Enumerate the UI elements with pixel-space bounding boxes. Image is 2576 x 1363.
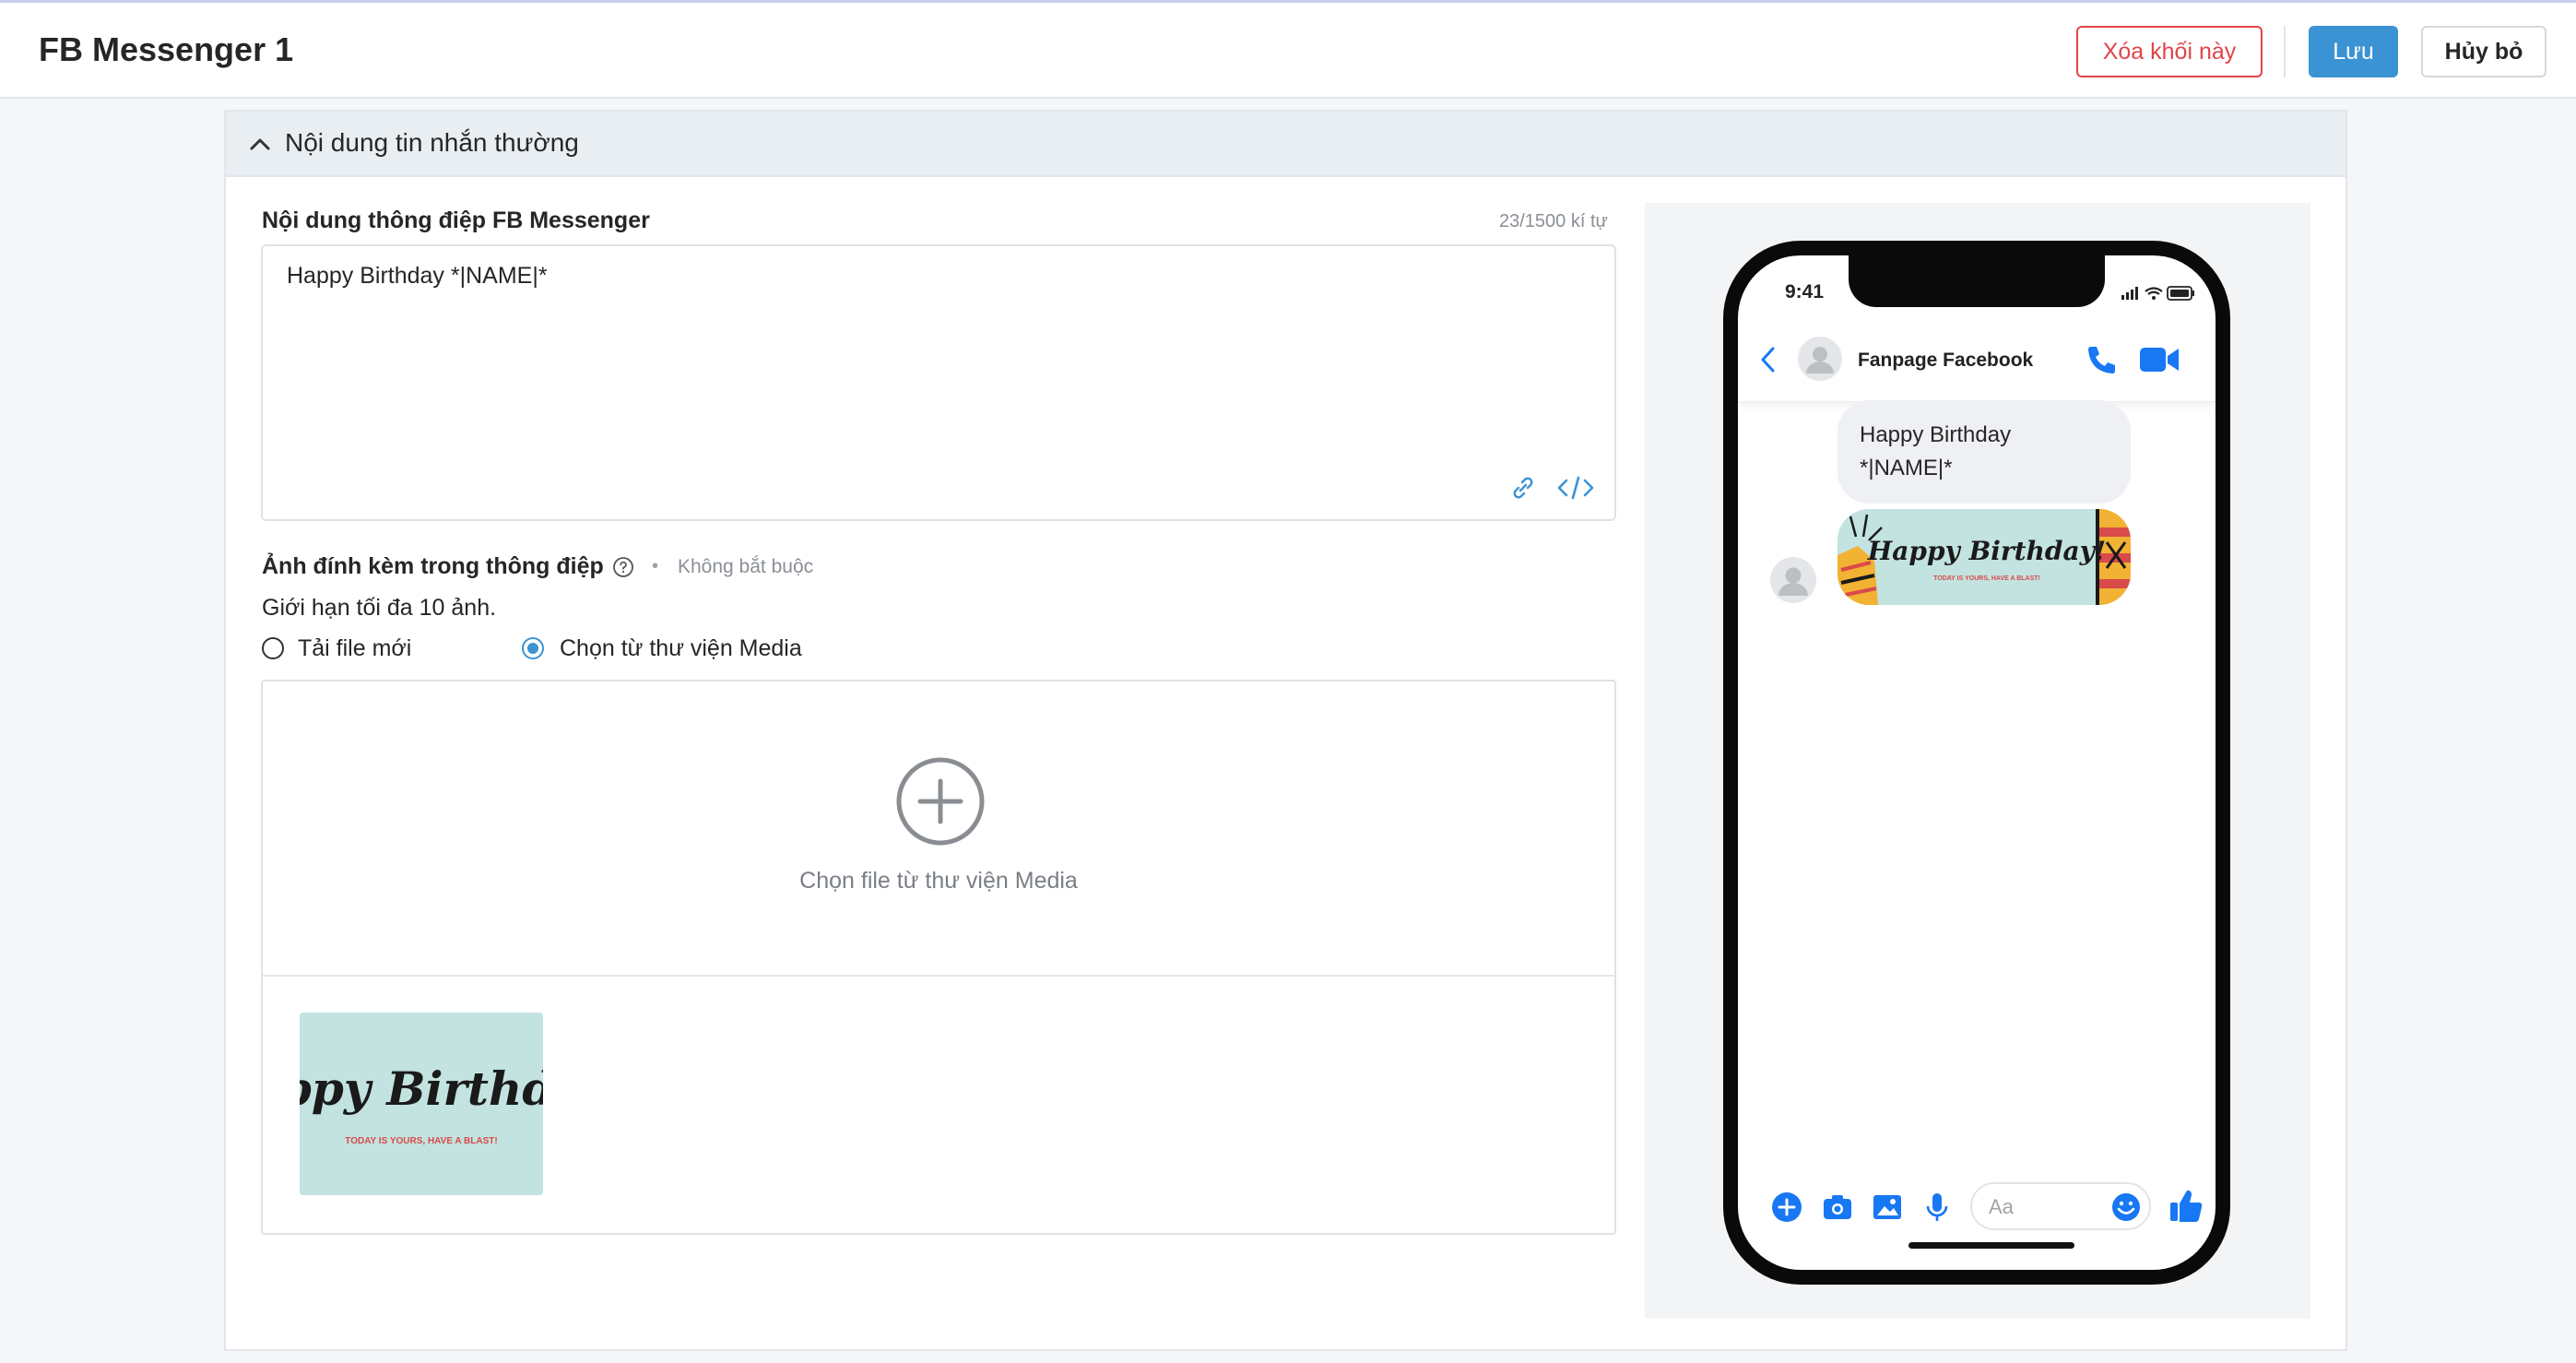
header-divider [2284, 26, 2286, 77]
phone-screen: 9:41 Fanpage Facebook Happy Birthday *|N… [1738, 255, 2216, 1270]
camera-icon[interactable] [1820, 1190, 1855, 1225]
composer-input[interactable]: Aa [1970, 1182, 2151, 1230]
composer-placeholder: Aa [1989, 1195, 2014, 1218]
status-time: 9:41 [1785, 281, 1825, 302]
home-indicator [1908, 1242, 2074, 1249]
save-button[interactable]: Lưu [2309, 26, 2398, 77]
message-value: Happy Birthday *|NAME|* [287, 263, 548, 289]
delete-block-button[interactable]: Xóa khối này [2076, 26, 2263, 77]
add-circle-icon[interactable] [894, 755, 987, 847]
sender-avatar [1770, 557, 1816, 603]
thumbnail-subtitle: TODAY IS YOURS, HAVE A BLAST! [345, 1136, 497, 1146]
thumbnail-title: Happy Birthday [300, 1061, 543, 1116]
message-textarea[interactable]: Happy Birthday *|NAME|* [261, 244, 1616, 521]
phone-frame: 9:41 Fanpage Facebook Happy Birthday *|N… [1723, 241, 2230, 1285]
microphone-icon[interactable] [1920, 1190, 1955, 1225]
character-counter: 23/1500 kí tự [1499, 211, 1608, 231]
contact-name: Fanpage Facebook [1858, 350, 2034, 371]
upload-new-radio[interactable] [262, 637, 284, 659]
emoji-icon[interactable] [2110, 1191, 2142, 1223]
message-image-subtitle: TODAY IS YOURS, HAVE A BLAST! [1933, 575, 2040, 582]
attached-image-thumbnail[interactable]: Happy Birthday TODAY IS YOURS, HAVE A BL… [300, 1013, 543, 1195]
page-header: FB Messenger 1 Xóa khối này Lưu Hủy bỏ [0, 3, 2576, 99]
phone-call-icon[interactable] [2083, 342, 2118, 377]
attachment-label: Ảnh đính kèm trong thông điệp [262, 553, 604, 579]
back-arrow-icon[interactable] [1756, 344, 1780, 375]
message-image-title: Happy Birthday! [1867, 536, 2106, 566]
media-library-label[interactable]: Chọn từ thư viện Media [560, 635, 802, 662]
help-icon[interactable] [612, 556, 634, 578]
phone-notch [1849, 255, 2105, 307]
message-bubble: Happy Birthday *|NAME|* [1837, 400, 2131, 504]
thumbs-up-icon[interactable] [2168, 1186, 2204, 1225]
media-library-radio[interactable] [522, 637, 544, 659]
optional-hint: Không bắt buộc [678, 556, 814, 577]
section-header[interactable]: Nội dung tin nhắn thường [226, 112, 2346, 177]
message-image: Happy Birthday! TODAY IS YOURS, HAVE A B… [1837, 509, 2131, 605]
separator-dot: • [652, 556, 659, 576]
link-icon[interactable] [1507, 472, 1539, 504]
message-field-label: Nội dung thông điệp FB Messenger [262, 207, 650, 233]
status-icons [2121, 286, 2194, 301]
contact-avatar [1798, 337, 1842, 381]
image-icon[interactable] [1870, 1190, 1905, 1225]
pick-from-library-label[interactable]: Chọn file từ thư viện Media [263, 868, 1614, 895]
upload-new-label[interactable]: Tải file mới [298, 635, 411, 662]
video-call-icon[interactable] [2138, 344, 2180, 375]
message-composer: Aa [1738, 1173, 2216, 1238]
image-limit-text: Giới hạn tối đa 10 ảnh. [262, 595, 497, 621]
code-icon[interactable] [1556, 472, 1595, 504]
chat-header: Fanpage Facebook [1738, 320, 2216, 402]
page-title: FB Messenger 1 [39, 30, 294, 68]
media-divider [263, 975, 1614, 977]
plus-circle-icon[interactable] [1769, 1190, 1804, 1225]
media-picker: Chọn file từ thư viện Media Happy Birthd… [261, 680, 1616, 1235]
chevron-up-icon[interactable] [246, 130, 274, 158]
cancel-button[interactable]: Hủy bỏ [2421, 26, 2546, 77]
section-title: Nội dung tin nhắn thường [285, 128, 579, 157]
